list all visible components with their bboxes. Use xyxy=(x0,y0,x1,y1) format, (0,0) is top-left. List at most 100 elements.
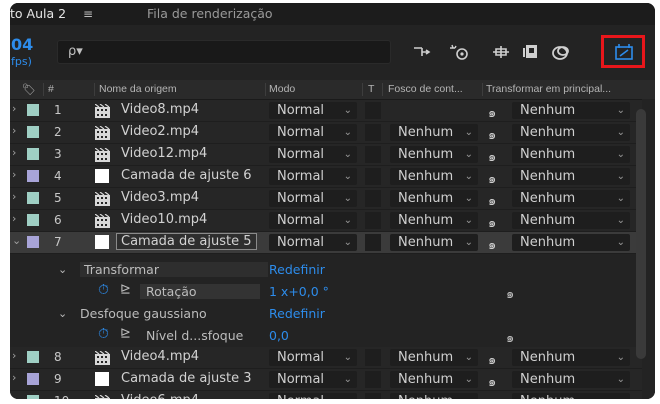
pick-whip-icon[interactable]: ๑ xyxy=(506,327,514,348)
parent-dropdown[interactable]: Nenhum ⌄ xyxy=(512,234,630,251)
pick-whip-icon[interactable]: ๑ xyxy=(488,234,496,255)
draft-3d-icon[interactable] xyxy=(409,41,435,63)
preserve-transparency-toggle[interactable] xyxy=(365,124,381,141)
layer-row[interactable]: › 9 Camada de ajuste 3 Normal ⌄ Nenhum ⌄ ๑ Nenhu… xyxy=(10,369,642,391)
mode-dropdown[interactable]: Normal ⌄ xyxy=(269,102,357,119)
panel-menu-icon[interactable]: ≡ xyxy=(83,3,93,25)
layer-row[interactable]: › 5 Video3.mp4 Normal ⌄ Nenhum ⌄ ๑ Nenhum ⌄ xyxy=(10,188,642,210)
pick-whip-icon[interactable]: ๑ xyxy=(506,283,514,304)
column-mode[interactable]: Modo xyxy=(269,83,295,95)
transform-group[interactable]: ⌄ Transformar Redefinir xyxy=(10,259,642,280)
track-matte-dropdown[interactable]: Nenhum ⌄ xyxy=(390,190,478,207)
label-color-swatch[interactable] xyxy=(27,395,39,399)
preserve-transparency-toggle[interactable] xyxy=(365,168,381,185)
preserve-transparency-toggle[interactable] xyxy=(365,371,381,388)
layer-search-input[interactable]: ρ▾ xyxy=(57,40,391,64)
blur-reset-link[interactable]: Redefinir xyxy=(269,306,325,321)
layer-row[interactable]: › 1 Video8.mp4 Normal ⌄ ๑ Nenhum ⌄ xyxy=(10,100,642,122)
rotation-value[interactable]: 1 x+0,0 ° xyxy=(269,284,329,299)
chevron-right-icon[interactable]: › xyxy=(12,371,16,384)
pick-whip-icon[interactable]: ๑ xyxy=(488,168,496,189)
label-color-swatch[interactable] xyxy=(27,126,39,138)
pick-whip-icon[interactable]: ๑ xyxy=(488,349,496,370)
column-number[interactable]: # xyxy=(48,83,54,95)
layer-name[interactable]: Video12.mp4 xyxy=(121,146,207,161)
preserve-transparency-toggle[interactable] xyxy=(365,393,381,399)
layer-name[interactable]: Video6.mp4 xyxy=(121,393,199,399)
label-color-swatch[interactable] xyxy=(27,214,39,226)
layer-name[interactable]: Video10.mp4 xyxy=(121,212,207,227)
motion-blur-icon[interactable] xyxy=(517,41,543,63)
track-matte-dropdown[interactable]: Nenhum ⌄ xyxy=(390,146,478,163)
chevron-right-icon[interactable]: › xyxy=(12,102,16,115)
blur-level-value[interactable]: 0,0 xyxy=(269,328,289,343)
mode-dropdown[interactable]: Normal ⌄ xyxy=(269,190,357,207)
preserve-transparency-toggle[interactable] xyxy=(365,146,381,163)
layer-row[interactable]: › 6 Video10.mp4 Normal ⌄ Nenhum ⌄ ๑ Nenhum ⌄ xyxy=(10,210,642,232)
chevron-right-icon[interactable]: › xyxy=(12,190,16,203)
pick-whip-icon[interactable]: ๑ xyxy=(488,393,496,399)
tab-composition[interactable]: to Aula 2 xyxy=(10,3,66,25)
layer-name[interactable]: Video3.mp4 xyxy=(121,190,199,205)
layer-name[interactable]: Video2.mp4 xyxy=(121,124,199,139)
scrollbar-thumb[interactable] xyxy=(636,109,646,359)
layer-row[interactable]: ⌄ 7 Camada de ajuste 5 Normal ⌄ Nenhum ⌄ ๑ Nenhu… xyxy=(10,232,642,254)
track-matte-dropdown[interactable]: Nenhum ⌄ xyxy=(390,124,478,141)
layer-name[interactable]: Camada de ajuste 6 xyxy=(121,168,252,183)
mode-dropdown[interactable]: Normal ⌄ xyxy=(269,349,357,366)
mode-dropdown[interactable]: Normal ⌄ xyxy=(269,393,357,399)
column-track-matte[interactable]: Fosco de cont... xyxy=(388,83,463,95)
label-color-swatch[interactable] xyxy=(27,373,39,385)
parent-dropdown[interactable]: Nenhum ⌄ xyxy=(512,190,630,207)
preserve-transparency-toggle[interactable] xyxy=(365,190,381,207)
graph-editor-icon[interactable] xyxy=(548,41,574,63)
column-source-name[interactable]: Nome da origem xyxy=(99,83,177,95)
track-matte-dropdown[interactable]: Nenhum ⌄ xyxy=(390,349,478,366)
parent-dropdown[interactable]: Nenhum ⌄ xyxy=(512,212,630,229)
chevron-right-icon[interactable]: › xyxy=(12,212,16,225)
parent-dropdown[interactable]: Nenhum ⌄ xyxy=(512,371,630,388)
preserve-transparency-toggle[interactable] xyxy=(365,102,381,119)
layer-row[interactable]: › 8 Video4.mp4 Normal ⌄ Nenhum ⌄ ๑ Nenhum ⌄ xyxy=(10,347,642,369)
mode-dropdown[interactable]: Normal ⌄ xyxy=(269,371,357,388)
label-color-swatch[interactable] xyxy=(27,351,39,363)
tab-render-queue[interactable]: Fila de renderização xyxy=(147,3,273,25)
parent-dropdown[interactable]: Nenhum ⌄ xyxy=(512,168,630,185)
current-time-display[interactable]: 04 xyxy=(11,37,33,53)
parent-dropdown[interactable]: Nenhum ⌄ xyxy=(512,102,630,119)
frame-blending-icon[interactable] xyxy=(488,41,514,63)
layer-row[interactable]: › 2 Video2.mp4 Normal ⌄ Nenhum ⌄ ๑ Nenhum ⌄ xyxy=(10,122,642,144)
layer-row[interactable]: › 10 Video6.mp4 Normal ⌄ Nenhum ⌄ ๑ Nenhum ⌄ xyxy=(10,391,642,399)
pick-whip-icon[interactable]: ๑ xyxy=(488,146,496,167)
parent-dropdown[interactable]: Nenhum ⌄ xyxy=(512,349,630,366)
mode-dropdown[interactable]: Normal ⌄ xyxy=(269,124,357,141)
layer-name[interactable]: Video8.mp4 xyxy=(121,102,199,117)
label-color-swatch[interactable] xyxy=(27,170,39,182)
chevron-down-icon[interactable]: ⌄ xyxy=(12,234,21,247)
preserve-transparency-toggle[interactable] xyxy=(365,349,381,366)
layer-row[interactable]: › 4 Camada de ajuste 6 Normal ⌄ Nenhum ⌄ ๑ Nenhu… xyxy=(10,166,642,188)
chevron-right-icon[interactable]: › xyxy=(12,349,16,362)
layer-name[interactable]: Camada de ajuste 5 xyxy=(116,233,257,250)
graph-icon[interactable]: ⊵ xyxy=(120,326,131,341)
preserve-transparency-toggle[interactable] xyxy=(365,212,381,229)
transform-reset-link[interactable]: Redefinir xyxy=(269,262,325,277)
mode-dropdown[interactable]: Normal ⌄ xyxy=(269,212,357,229)
shy-layers-icon[interactable] xyxy=(446,41,472,63)
label-color-swatch[interactable] xyxy=(27,236,39,248)
pick-whip-icon[interactable]: ๑ xyxy=(488,124,496,145)
stopwatch-icon[interactable]: ⏱ xyxy=(98,326,109,342)
mode-dropdown[interactable]: Normal ⌄ xyxy=(269,146,357,163)
layer-row[interactable]: › 3 Video12.mp4 Normal ⌄ Nenhum ⌄ ๑ Nenhum ⌄ xyxy=(10,144,642,166)
label-column-icon[interactable]: 🏷 xyxy=(22,83,36,96)
chevron-down-icon[interactable]: ⌄ xyxy=(58,263,67,276)
mode-dropdown[interactable]: Normal ⌄ xyxy=(269,168,357,185)
column-t[interactable]: T xyxy=(368,83,374,95)
column-parent[interactable]: Transformar em principal... xyxy=(486,83,611,95)
label-color-swatch[interactable] xyxy=(27,104,39,116)
chevron-right-icon[interactable]: › xyxy=(12,124,16,137)
track-matte-dropdown[interactable]: Nenhum ⌄ xyxy=(390,234,478,251)
parent-dropdown[interactable]: Nenhum ⌄ xyxy=(512,393,630,399)
pick-whip-icon[interactable]: ๑ xyxy=(488,212,496,233)
pick-whip-icon[interactable]: ๑ xyxy=(488,371,496,392)
